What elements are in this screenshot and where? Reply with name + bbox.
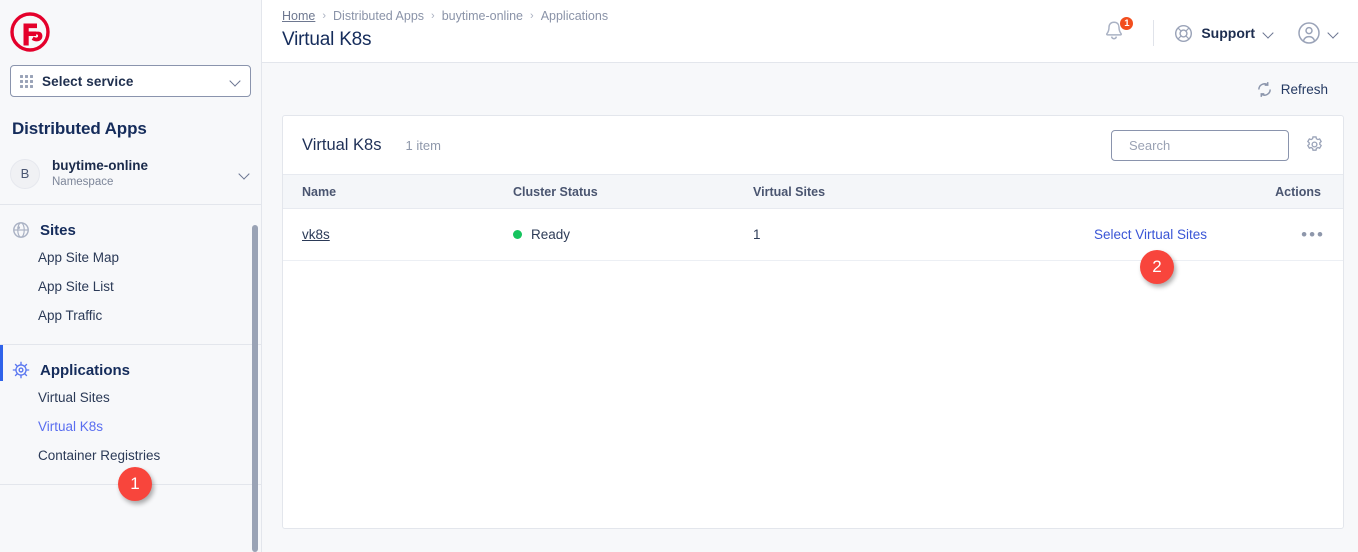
sidebar-item-container-registries[interactable]: Container Registries [0, 441, 261, 470]
nav-group-sites: Sites App Site Map App Site List App Tra… [0, 205, 261, 345]
item-count: 1 item [405, 137, 441, 153]
breadcrumb-and-title: Home › Distributed Apps › buytime-online… [282, 9, 608, 51]
table-row: vk8s Ready 1 Select Virtual Sites ••• [283, 208, 1343, 261]
column-header-actions: Actions [1233, 174, 1343, 209]
cell-name: vk8s [283, 208, 503, 261]
sidebar-scrollbar-thumb[interactable] [252, 225, 258, 552]
status-label: Ready [531, 227, 571, 242]
service-selector-label: Select service [42, 73, 134, 89]
breadcrumb-item-applications[interactable]: Applications [541, 9, 608, 23]
user-circle-icon [1298, 22, 1320, 44]
brand-logo[interactable] [0, 0, 261, 63]
column-header-virtual-sites[interactable]: Virtual Sites [743, 174, 978, 209]
breadcrumb-item-distributed-apps[interactable]: Distributed Apps [333, 9, 424, 23]
header-divider [1153, 20, 1155, 46]
column-header-name[interactable]: Name [283, 174, 503, 209]
virtual-k8s-table: Name Cluster Status Virtual Sites Action… [283, 174, 1343, 261]
nav-group-applications: Applications Virtual Sites Virtual K8s C… [0, 345, 261, 485]
refresh-button[interactable]: Refresh [1256, 81, 1328, 98]
card-header: Virtual K8s 1 item [283, 116, 1343, 174]
sidebar-item-sites-label: Sites [40, 221, 76, 239]
search-box[interactable] [1111, 129, 1305, 161]
sidebar-item-app-site-map[interactable]: App Site Map [0, 243, 261, 272]
breadcrumb-separator: › [431, 10, 435, 22]
sidebar-scrollbar[interactable] [252, 225, 258, 552]
namespace-avatar: B [10, 158, 40, 189]
lifebuoy-icon [1175, 24, 1193, 42]
sidebar-section-title: Distributed Apps [12, 119, 147, 138]
virtual-k8s-card: Virtual K8s 1 item Search Name Cluster S… [282, 115, 1344, 529]
globe-icon [13, 222, 29, 238]
vk8s-name-link[interactable]: vk8s [302, 227, 330, 242]
sidebar-item-sites[interactable]: Sites [0, 217, 261, 243]
breadcrumb-separator: › [530, 10, 534, 22]
page-title: Virtual K8s [282, 29, 372, 50]
cell-action-link: Select Virtual Sites [978, 208, 1233, 261]
app-root: Select service Distributed Apps B buytim… [0, 0, 1358, 552]
sidebar-item-applications-label: Applications [40, 361, 131, 379]
grid-dots-icon [20, 74, 33, 88]
support-button[interactable]: Support [1174, 24, 1275, 43]
breadcrumb-item-home[interactable]: Home [282, 9, 315, 23]
select-virtual-sites-link[interactable]: Select Virtual Sites [1094, 227, 1207, 242]
table-head: Name Cluster Status Virtual Sites Action… [283, 174, 1343, 209]
cell-cluster-status: Ready [503, 208, 743, 261]
chevron-down-icon [1328, 27, 1340, 39]
kubernetes-helm-icon [12, 361, 30, 379]
gear-icon [1307, 136, 1322, 151]
cell-virtual-sites: 1 [743, 208, 978, 261]
chevron-down-icon [239, 168, 251, 180]
account-menu[interactable] [1297, 21, 1340, 45]
breadcrumb-item-buytime-online[interactable]: buytime-online [442, 9, 523, 23]
status-badge: Ready [513, 227, 733, 242]
namespace-subtitle: Namespace [52, 176, 114, 188]
namespace-name: buytime-online [52, 158, 149, 173]
callout-badge-2: 2 [1140, 250, 1174, 284]
service-selector[interactable]: Select service [10, 65, 251, 97]
namespace-text: buytime-online Namespace [52, 157, 239, 190]
main-content: Home › Distributed Apps › buytime-online… [262, 0, 1358, 552]
sidebar-item-virtual-k8s[interactable]: Virtual K8s [0, 412, 261, 441]
chevron-down-icon [1263, 27, 1275, 39]
status-dot-icon [513, 230, 522, 239]
card-title: Virtual K8s [302, 135, 382, 154]
table-header-row: Name Cluster Status Virtual Sites Action… [283, 174, 1343, 209]
content-toolbar: Refresh [262, 63, 1358, 115]
chevron-down-icon [230, 75, 242, 87]
column-header-blank [978, 174, 1233, 209]
row-actions-button[interactable]: ••• [1233, 208, 1343, 261]
table-settings-button[interactable] [1305, 135, 1325, 155]
search-input[interactable] [1129, 137, 1305, 153]
sidebar-item-virtual-sites[interactable]: Virtual Sites [0, 383, 261, 412]
f5-logo-icon [10, 11, 50, 52]
top-bar: Home › Distributed Apps › buytime-online… [262, 0, 1358, 63]
refresh-label: Refresh [1280, 81, 1328, 97]
card-header-actions [1111, 129, 1325, 161]
sidebar-item-app-site-list[interactable]: App Site List [0, 272, 261, 301]
notifications-button[interactable]: 1 [1103, 16, 1135, 47]
breadcrumb-separator: › [322, 10, 327, 22]
column-header-cluster-status[interactable]: Cluster Status [503, 174, 743, 209]
sidebar-item-app-traffic[interactable]: App Traffic [0, 301, 261, 330]
namespace-selector[interactable]: B buytime-online Namespace [0, 143, 261, 205]
sidebar-item-applications[interactable]: Applications [0, 357, 261, 383]
breadcrumb: Home › Distributed Apps › buytime-online… [282, 9, 608, 23]
notification-count-badge: 1 [1119, 16, 1135, 31]
table-body: vk8s Ready 1 Select Virtual Sites ••• [283, 208, 1343, 261]
callout-badge-1: 1 [118, 467, 152, 501]
support-label: Support [1201, 25, 1255, 41]
top-bar-actions: 1 Support [1103, 9, 1340, 47]
refresh-icon [1257, 81, 1271, 97]
